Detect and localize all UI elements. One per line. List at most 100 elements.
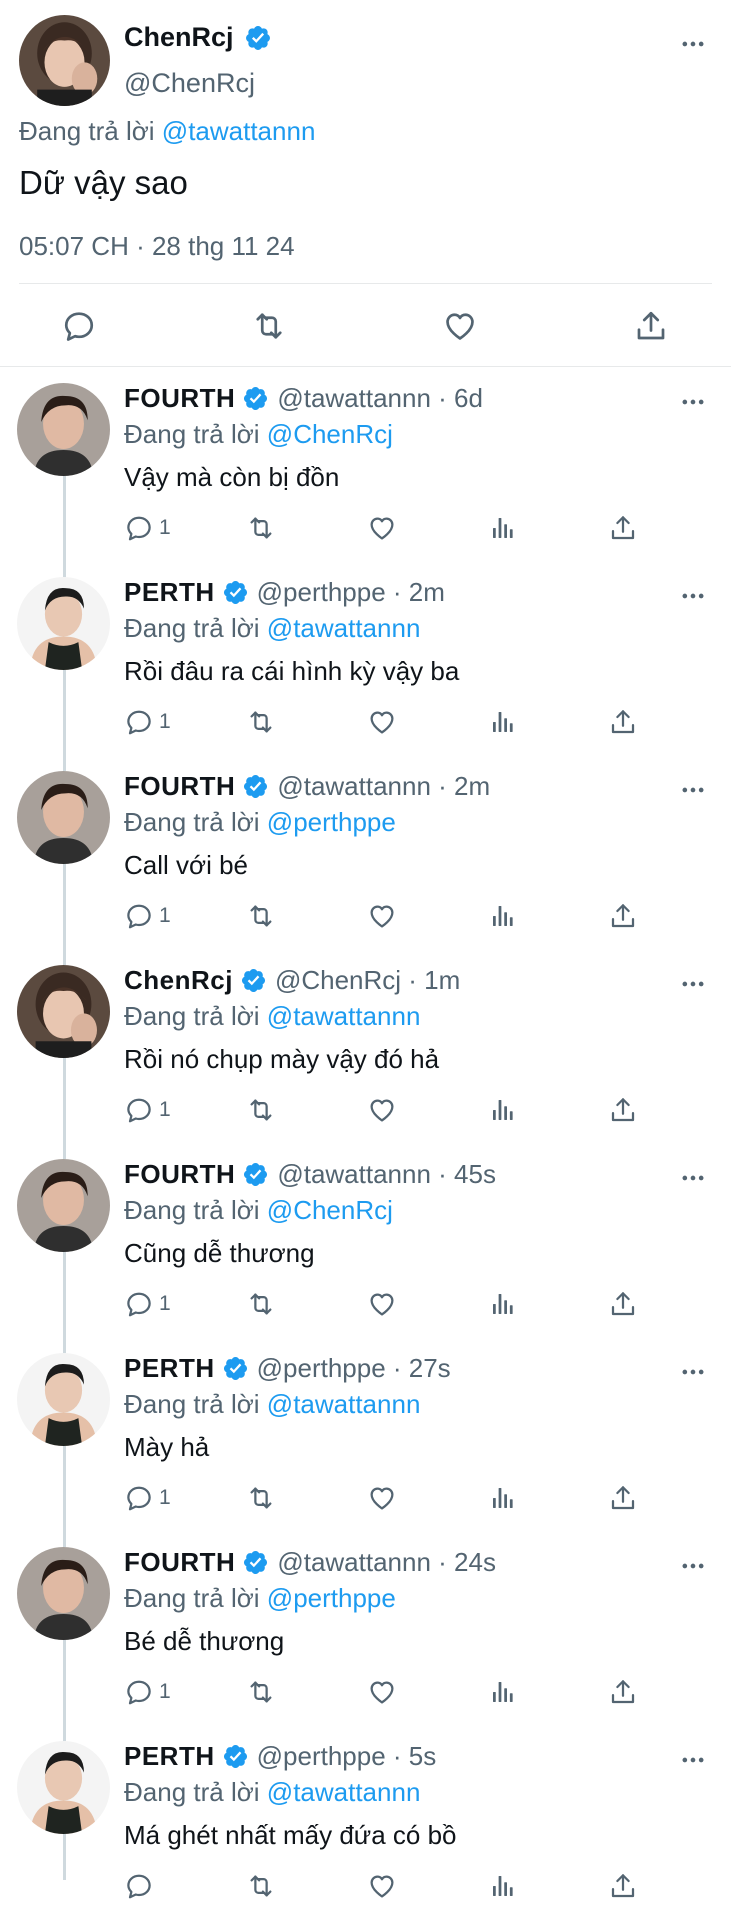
- reply-button[interactable]: 1: [124, 1482, 171, 1514]
- author-handle-time[interactable]: @perthppe · 2m: [257, 577, 445, 608]
- views-button[interactable]: [488, 1870, 518, 1902]
- author-handle-time[interactable]: @ChenRcj · 1m: [275, 965, 460, 996]
- author-handle-time[interactable]: @tawattannn · 24s: [277, 1547, 496, 1578]
- avatar[interactable]: [17, 771, 110, 864]
- avatar[interactable]: [17, 383, 110, 476]
- reply-button[interactable]: 1: [124, 1094, 171, 1126]
- reply-tweet[interactable]: PERTH @perthppe · 5s Đang trả lời @tawat…: [0, 1726, 731, 1920]
- author-name[interactable]: PERTH: [124, 1353, 215, 1384]
- reply-tweet[interactable]: FOURTH @tawattannn · 24s Đang trả lời @p…: [0, 1532, 731, 1726]
- author-handle-time[interactable]: @perthppe · 5s: [257, 1741, 437, 1772]
- share-button[interactable]: [608, 900, 638, 932]
- retweet-button[interactable]: [246, 1676, 276, 1708]
- reply-icon[interactable]: [61, 308, 97, 344]
- replying-to-mention[interactable]: @ChenRcj: [267, 419, 393, 449]
- reply-tweet[interactable]: FOURTH @tawattannn · 45s Đang trả lời @C…: [0, 1144, 731, 1338]
- replying-to-mention[interactable]: @tawattannn: [162, 116, 316, 146]
- reply-button[interactable]: [124, 1870, 159, 1902]
- share-icon[interactable]: [633, 308, 669, 344]
- avatar[interactable]: [17, 577, 110, 670]
- views-button[interactable]: [488, 706, 518, 738]
- retweet-button[interactable]: [246, 1482, 276, 1514]
- views-button[interactable]: [488, 1288, 518, 1320]
- more-options-icon[interactable]: [679, 1164, 707, 1192]
- author-handle-time[interactable]: @tawattannn · 45s: [277, 1159, 496, 1190]
- like-icon[interactable]: [442, 308, 478, 344]
- more-options-icon[interactable]: [679, 776, 707, 804]
- share-button[interactable]: [608, 1676, 638, 1708]
- more-options-icon[interactable]: [679, 388, 707, 416]
- avatar[interactable]: [19, 15, 110, 106]
- author-name[interactable]: FOURTH: [124, 771, 235, 802]
- replying-to-mention[interactable]: @tawattannn: [267, 1001, 421, 1031]
- verified-icon: [222, 1355, 249, 1382]
- share-button[interactable]: [608, 706, 638, 738]
- views-button[interactable]: [488, 900, 518, 932]
- like-button[interactable]: [367, 1870, 397, 1902]
- replying-to-mention[interactable]: @tawattannn: [267, 1389, 421, 1419]
- author-name[interactable]: FOURTH: [124, 383, 235, 414]
- more-options-icon[interactable]: [679, 1746, 707, 1774]
- reply-tweet[interactable]: ChenRcj @ChenRcj · 1m Đang trả lời @tawa…: [0, 950, 731, 1144]
- like-button[interactable]: [367, 706, 397, 738]
- more-options-icon[interactable]: [679, 30, 707, 58]
- more-options-icon[interactable]: [679, 582, 707, 610]
- share-button[interactable]: [608, 1482, 638, 1514]
- share-button[interactable]: [608, 1870, 638, 1902]
- reply-tweet[interactable]: FOURTH @tawattannn · 2m Đang trả lời @pe…: [0, 756, 731, 950]
- replying-to-mention[interactable]: @tawattannn: [267, 1777, 421, 1807]
- share-button[interactable]: [608, 512, 638, 544]
- more-options-icon[interactable]: [679, 1552, 707, 1580]
- reply-button[interactable]: 1: [124, 706, 171, 738]
- replying-to-mention[interactable]: @tawattannn: [267, 613, 421, 643]
- author-handle-time[interactable]: @tawattannn · 2m: [277, 771, 490, 802]
- author-name[interactable]: FOURTH: [124, 1547, 235, 1578]
- views-button[interactable]: [488, 1094, 518, 1126]
- replying-to-mention[interactable]: @ChenRcj: [267, 1195, 393, 1225]
- like-button[interactable]: [367, 1482, 397, 1514]
- replying-to-mention[interactable]: @perthppe: [267, 1583, 396, 1613]
- share-button[interactable]: [608, 1288, 638, 1320]
- avatar[interactable]: [17, 1159, 110, 1252]
- avatar[interactable]: [17, 1547, 110, 1640]
- reply-tweet[interactable]: PERTH @perthppe · 27s Đang trả lời @tawa…: [0, 1338, 731, 1532]
- author-name[interactable]: FOURTH: [124, 1159, 235, 1190]
- retweet-icon[interactable]: [251, 308, 287, 344]
- like-button[interactable]: [367, 1676, 397, 1708]
- author-name[interactable]: ChenRcj: [124, 22, 234, 53]
- retweet-button[interactable]: [246, 706, 276, 738]
- like-button[interactable]: [367, 1288, 397, 1320]
- reply-tweet[interactable]: FOURTH @tawattannn · 6d Đang trả lời @Ch…: [0, 368, 731, 562]
- author-handle-time[interactable]: @perthppe · 27s: [257, 1353, 451, 1384]
- replying-to-mention[interactable]: @perthppe: [267, 807, 396, 837]
- retweet-button[interactable]: [246, 1094, 276, 1126]
- retweet-button[interactable]: [246, 1288, 276, 1320]
- reply-button[interactable]: 1: [124, 1676, 171, 1708]
- reply-button[interactable]: 1: [124, 512, 171, 544]
- verified-icon: [242, 385, 269, 412]
- author-name[interactable]: PERTH: [124, 577, 215, 608]
- tweet-timestamp[interactable]: 05:07 CH · 28 thg 11 24: [19, 231, 295, 262]
- share-button[interactable]: [608, 1094, 638, 1126]
- views-button[interactable]: [488, 1482, 518, 1514]
- like-button[interactable]: [367, 1094, 397, 1126]
- avatar[interactable]: [17, 965, 110, 1058]
- like-button[interactable]: [367, 900, 397, 932]
- retweet-button[interactable]: [246, 900, 276, 932]
- avatar[interactable]: [17, 1741, 110, 1834]
- retweet-button[interactable]: [246, 1870, 276, 1902]
- avatar[interactable]: [17, 1353, 110, 1446]
- more-options-icon[interactable]: [679, 970, 707, 998]
- retweet-button[interactable]: [246, 512, 276, 544]
- author-name[interactable]: ChenRcj: [124, 965, 233, 996]
- author-name[interactable]: PERTH: [124, 1741, 215, 1772]
- reply-button[interactable]: 1: [124, 900, 171, 932]
- author-handle[interactable]: @ChenRcj: [124, 68, 255, 99]
- author-handle-time[interactable]: @tawattannn · 6d: [277, 383, 483, 414]
- like-button[interactable]: [367, 512, 397, 544]
- more-options-icon[interactable]: [679, 1358, 707, 1386]
- views-button[interactable]: [488, 512, 518, 544]
- reply-tweet[interactable]: PERTH @perthppe · 2m Đang trả lời @tawat…: [0, 562, 731, 756]
- views-button[interactable]: [488, 1676, 518, 1708]
- reply-button[interactable]: 1: [124, 1288, 171, 1320]
